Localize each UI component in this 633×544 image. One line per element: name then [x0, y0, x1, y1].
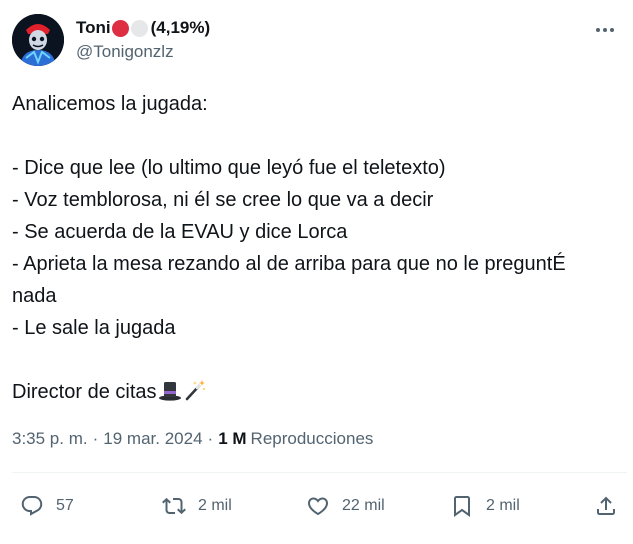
reply-icon	[21, 496, 43, 516]
tweet-text: Analicemos la jugada: - Dice que lee (lo…	[12, 88, 612, 412]
display-name[interactable]: Toni	[76, 18, 111, 38]
avatar-image	[12, 14, 64, 66]
avatar[interactable]	[12, 14, 64, 66]
top-hat-icon	[158, 378, 182, 412]
heart-icon	[307, 497, 329, 516]
tweet-line: Analicemos la jugada:	[12, 93, 208, 115]
retweet-count: 2 mil	[198, 497, 232, 514]
bookmark-count: 2 mil	[486, 497, 520, 514]
retweet-button[interactable]: 2 mil	[162, 488, 232, 524]
more-options-button[interactable]	[593, 20, 617, 40]
views-label[interactable]: Reproducciones	[251, 429, 374, 449]
tweet-line: - Le sale la jugada	[12, 317, 176, 339]
reply-count: 57	[56, 497, 74, 514]
bookmark-button[interactable]: 2 mil	[450, 488, 520, 524]
tweet-line: - Voz temblorosa, ni él se cree lo que v…	[12, 189, 434, 211]
tweet-line: - Se acuerda de la EVAU y dice Lorca	[12, 221, 348, 243]
action-bar: 57 2 mil 22 mil 2 mil	[12, 488, 621, 524]
white-circle-icon	[130, 19, 148, 37]
like-count: 22 mil	[342, 497, 385, 514]
retweet-icon	[162, 497, 186, 515]
user-handle[interactable]: @Tonigonzlz	[76, 42, 210, 62]
tweet-line: - Dice que lee (lo ultimo que leyó fue e…	[12, 157, 446, 179]
magic-wand-icon	[183, 378, 207, 412]
tweet-date[interactable]: 19 mar. 2024	[103, 429, 202, 449]
red-circle-icon	[111, 19, 129, 37]
meta-separator: ·	[207, 429, 214, 448]
tweet-line: - Aprieta la mesa rezando al de arriba p…	[12, 253, 572, 307]
display-name-row[interactable]: Toni (4,19%)	[76, 16, 210, 40]
tweet-meta: 3:35 p. m. · 19 mar. 2024 · 1 M Reproduc…	[12, 428, 373, 450]
divider	[12, 472, 627, 473]
reply-button[interactable]: 57	[20, 488, 74, 524]
meta-separator: ·	[92, 429, 99, 448]
more-dots-icon	[596, 28, 614, 32]
share-icon	[597, 496, 615, 515]
tweet-header: Toni (4,19%) @Tonigonzlz	[12, 12, 621, 68]
tweet-closing-text: Director de citas	[12, 381, 157, 403]
tweet-time[interactable]: 3:35 p. m.	[12, 429, 88, 449]
display-name-percent: (4,19%)	[150, 18, 211, 37]
like-button[interactable]: 22 mil	[306, 488, 385, 524]
share-button[interactable]	[594, 488, 618, 524]
bookmark-icon	[454, 496, 470, 517]
views-count[interactable]: 1 M	[218, 429, 246, 449]
tweet-line-closing: Director de citas	[12, 376, 612, 412]
user-names: Toni (4,19%) @Tonigonzlz	[76, 16, 210, 62]
